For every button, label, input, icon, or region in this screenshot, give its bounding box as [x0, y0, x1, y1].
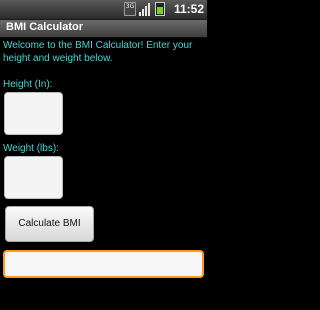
calculate-bmi-button[interactable]: Calculate BMI	[5, 206, 94, 242]
height-input[interactable]	[4, 92, 63, 135]
network-3g-icon: 3G	[124, 2, 136, 16]
signal-icon	[139, 2, 152, 16]
weight-label: Weight (lbs):	[3, 143, 59, 154]
app-screen: 3G 11:52 BMI Calculator Welcome to the B…	[0, 0, 207, 310]
status-icons: 3G	[124, 2, 165, 16]
height-label: Height (In):	[3, 79, 53, 90]
bmi-result-field[interactable]	[3, 250, 204, 278]
status-bar: 3G 11:52	[0, 0, 207, 20]
app-title: BMI Calculator	[6, 21, 84, 33]
battery-icon	[155, 2, 165, 16]
status-clock: 11:52	[173, 2, 204, 16]
network-label: 3G	[125, 3, 135, 10]
welcome-text: Welcome to the BMI Calculator! Enter you…	[3, 40, 193, 64]
title-bar: BMI Calculator	[0, 20, 207, 38]
weight-input[interactable]	[4, 156, 63, 199]
